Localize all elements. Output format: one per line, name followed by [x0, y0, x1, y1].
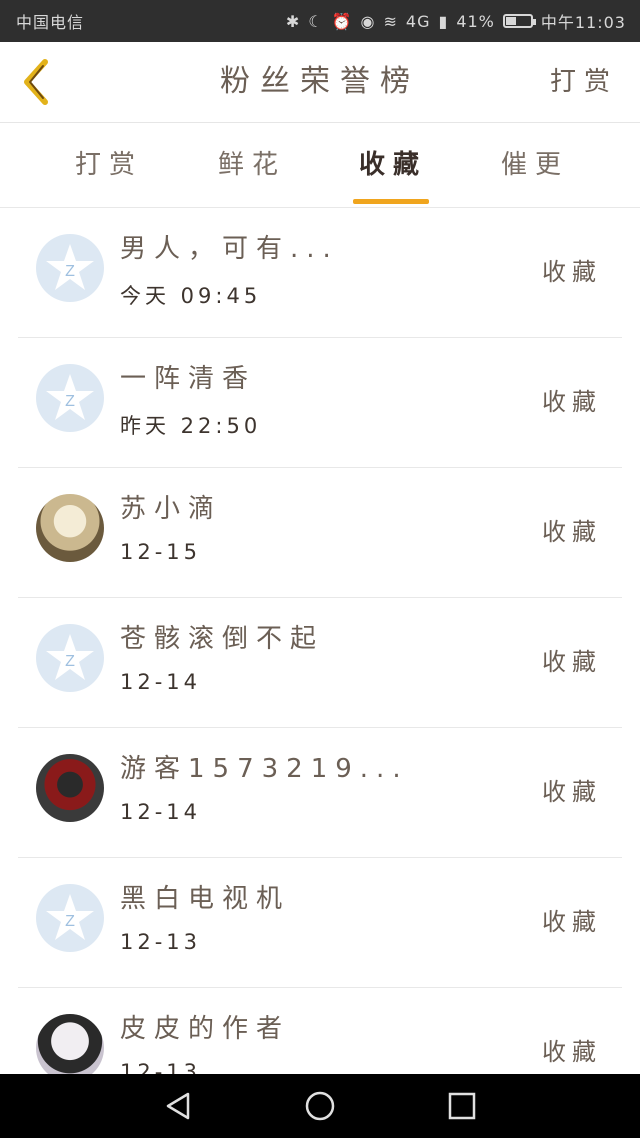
svg-text:Z: Z: [65, 393, 75, 410]
nav-home-button[interactable]: [304, 1090, 336, 1122]
battery-percent: 41%: [456, 11, 495, 31]
fan-name: 黑白电视机: [120, 884, 291, 914]
moon-icon: ☾: [308, 11, 324, 31]
fan-name: 苏小滴: [120, 494, 223, 524]
default-avatar: Z: [36, 234, 104, 302]
list-item[interactable]: Z 一阵清香 昨天 22:50 收藏: [18, 338, 622, 468]
fan-action: 收藏: [542, 908, 602, 936]
star-badge-icon: Z: [46, 244, 94, 290]
list-item[interactable]: 皮皮的作者 12-13 收藏: [18, 988, 622, 1074]
default-avatar: Z: [36, 364, 104, 432]
tip-button[interactable]: 打赏: [550, 42, 618, 122]
default-avatar: Z: [36, 624, 104, 692]
list-item[interactable]: 苏小滴 12-15 收藏: [18, 468, 622, 598]
fan-time: 12-14: [120, 670, 202, 694]
fan-action: 收藏: [542, 518, 602, 546]
status-icons: ✱ ☾ ⏰ ◉ ≋ 4G ▮ 41% 中午11:03: [286, 9, 640, 33]
fan-name: 皮皮的作者: [120, 1014, 291, 1044]
header: 粉丝荣誉榜 打赏: [0, 42, 640, 123]
nav-back-button[interactable]: [162, 1090, 194, 1122]
battery-icon: [502, 14, 536, 28]
signal-icon: ▮: [438, 11, 449, 31]
svg-text:Z: Z: [65, 653, 75, 670]
photo-avatar: [36, 494, 104, 562]
list-item[interactable]: 游客1573219... 12-14 收藏: [18, 728, 622, 858]
default-avatar: Z: [36, 884, 104, 952]
fan-action: 收藏: [542, 648, 602, 676]
tab-tip[interactable]: 打赏: [54, 123, 164, 207]
fan-time: 12-15: [120, 540, 202, 564]
fan-time: 12-13: [120, 930, 202, 954]
fan-action: 收藏: [542, 388, 602, 416]
fan-name: 游客1573219...: [120, 754, 409, 784]
bluetooth-icon: ✱: [285, 11, 301, 31]
triangle-back-icon: [166, 1092, 190, 1120]
page-title: 粉丝荣誉榜: [220, 64, 420, 99]
list-item[interactable]: Z 黑白电视机 12-13 收藏: [18, 858, 622, 988]
tab-favorites[interactable]: 收藏: [338, 123, 448, 207]
star-badge-icon: Z: [46, 634, 94, 680]
photo-avatar: [36, 1014, 104, 1074]
carrier-label: 中国电信: [16, 13, 85, 32]
fan-time: 昨天 22:50: [120, 414, 262, 438]
svg-text:Z: Z: [65, 913, 75, 930]
fan-name: 苍骸滚倒不起: [120, 624, 325, 654]
fan-name: 男人，可有...: [120, 234, 339, 264]
fan-list: Z 男人，可有... 今天 09:45 收藏 Z 一阵清香 昨天 22:50 收…: [0, 208, 640, 1074]
signal-label: 4G: [405, 11, 431, 31]
fan-action: 收藏: [542, 778, 602, 806]
star-badge-icon: Z: [46, 374, 94, 420]
eye-icon: ◉: [360, 11, 376, 31]
alarm-icon: ⏰: [331, 11, 353, 31]
square-recents-icon: [448, 1092, 476, 1120]
wifi-icon: ≋: [383, 11, 398, 31]
fan-action: 收藏: [542, 1038, 602, 1066]
tab-urge-update[interactable]: 催更: [480, 123, 590, 207]
fan-time: 今天 09:45: [120, 284, 262, 308]
status-time: 中午11:03: [540, 13, 626, 32]
nav-recents-button[interactable]: [446, 1090, 478, 1122]
star-badge-icon: Z: [46, 894, 94, 940]
fan-time: 12-13: [120, 1060, 202, 1074]
svg-text:Z: Z: [65, 263, 75, 280]
tab-bar: 打赏 鲜花 收藏 催更: [0, 123, 640, 208]
status-bar: 中国电信 ✱ ☾ ⏰ ◉ ≋ 4G ▮ 41% 中午11:03: [0, 0, 640, 42]
list-item[interactable]: Z 苍骸滚倒不起 12-14 收藏: [18, 598, 622, 728]
fan-time: 12-14: [120, 800, 202, 824]
fan-name: 一阵清香: [120, 364, 257, 394]
tab-flowers[interactable]: 鲜花: [197, 123, 307, 207]
photo-avatar: [36, 754, 104, 822]
list-item[interactable]: Z 男人，可有... 今天 09:45 收藏: [18, 208, 622, 338]
active-tab-indicator: [353, 199, 429, 204]
system-nav-bar: [0, 1074, 640, 1138]
fan-action: 收藏: [542, 258, 602, 286]
circle-home-icon: [305, 1091, 335, 1121]
